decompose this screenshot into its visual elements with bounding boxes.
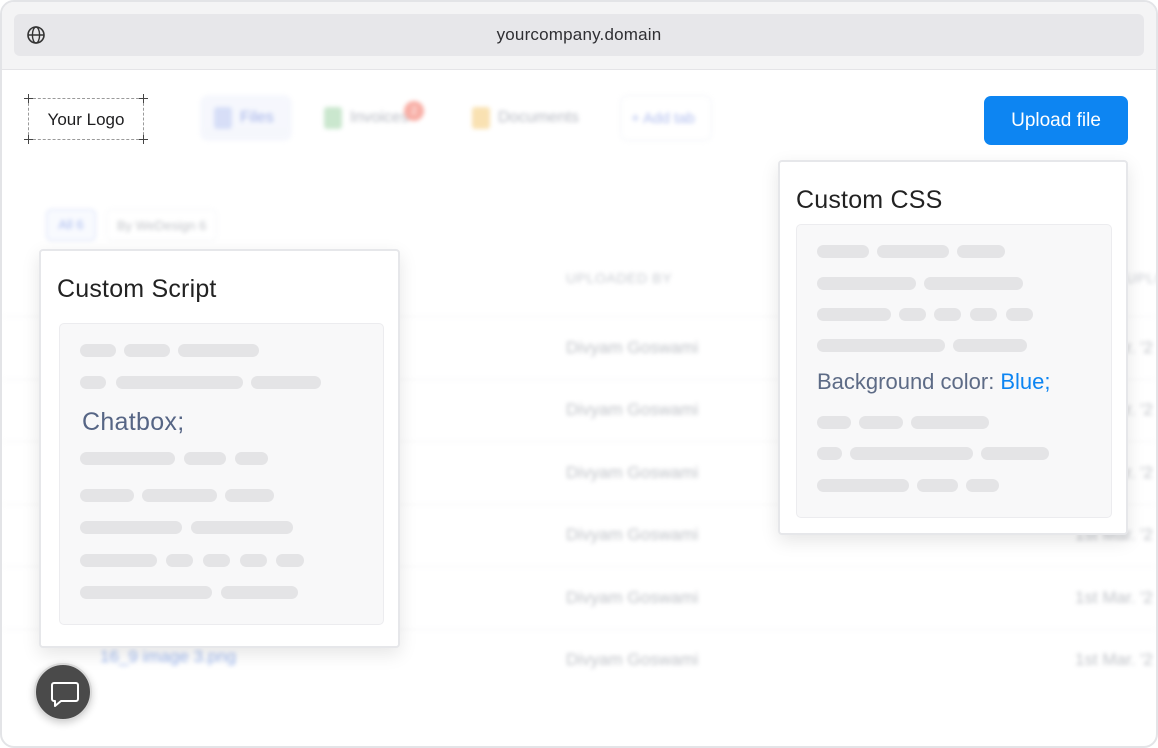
code-placeholder (116, 376, 243, 389)
code-placeholder (142, 489, 217, 502)
uploader-cell: Divyam Goswami (566, 463, 699, 482)
crosshair-icon (24, 94, 33, 103)
code-placeholder (80, 344, 116, 357)
tab-label: Invoices (350, 109, 409, 126)
script-code-text: Chatbox; (82, 408, 185, 436)
code-placeholder (817, 339, 945, 352)
uploader-cell: Divyam Goswami (566, 588, 699, 607)
date-cell: 1st Mar. '2 (1075, 650, 1153, 669)
code-placeholder (80, 452, 175, 465)
code-placeholder (966, 479, 999, 492)
file-icon (214, 107, 232, 129)
code-placeholder (80, 586, 212, 599)
crosshair-icon (24, 135, 33, 144)
code-placeholder (817, 277, 916, 290)
code-placeholder (817, 245, 869, 258)
chat-bubble-icon (51, 682, 79, 707)
code-placeholder (221, 586, 298, 599)
filter-all[interactable]: All 6 (46, 209, 96, 241)
uploader-cell: Divyam Goswami (566, 650, 699, 669)
code-placeholder (859, 416, 903, 429)
css-property-label: Background color: (817, 369, 995, 394)
card-title: Custom Script (57, 275, 217, 303)
filter-by-uploader[interactable]: By WeDesign 6 (106, 209, 218, 241)
code-placeholder (817, 447, 842, 460)
invoice-icon (324, 107, 342, 129)
code-placeholder (80, 521, 182, 534)
code-placeholder (850, 447, 973, 460)
code-placeholder (251, 376, 321, 389)
tab-label: Files (240, 109, 274, 126)
tab-files[interactable]: Files (200, 95, 292, 141)
card-title: Custom CSS (796, 186, 943, 214)
crosshair-icon (139, 94, 148, 103)
css-property-line: Background color: Blue; (817, 369, 1050, 395)
folder-icon (472, 107, 490, 129)
upload-file-button[interactable]: Upload file (984, 96, 1128, 145)
code-placeholder (970, 308, 997, 321)
uploader-cell: Divyam Goswami (566, 400, 699, 419)
invoice-count-badge: 2 (404, 101, 424, 121)
code-placeholder (80, 554, 157, 567)
add-tab-button[interactable]: + Add tab (620, 95, 712, 141)
code-placeholder (817, 479, 909, 492)
uploader-cell: Divyam Goswami (566, 338, 699, 357)
uploader-cell: Divyam Goswami (566, 525, 699, 544)
code-placeholder (80, 489, 134, 502)
tab-invoices[interactable]: Invoices (310, 95, 442, 141)
code-placeholder (80, 376, 106, 389)
code-placeholder (184, 452, 226, 465)
logo-placeholder: Your Logo (24, 94, 148, 144)
code-placeholder (957, 245, 1005, 258)
code-placeholder (191, 521, 293, 534)
code-placeholder (276, 554, 304, 567)
browser-window: yourcompany.domain Your Logo Files Invoi… (0, 0, 1158, 748)
code-placeholder (240, 554, 267, 567)
code-placeholder (1006, 308, 1033, 321)
code-placeholder (178, 344, 259, 357)
css-code-block: Background color: Blue; (796, 224, 1112, 518)
address-bar[interactable]: yourcompany.domain (14, 14, 1144, 56)
url-text: yourcompany.domain (496, 25, 662, 44)
script-code-block: Chatbox; (59, 323, 384, 625)
code-placeholder (934, 308, 961, 321)
code-placeholder (124, 344, 170, 357)
code-placeholder (917, 479, 958, 492)
code-placeholder (877, 245, 949, 258)
tab-documents[interactable]: Documents (458, 95, 608, 141)
crosshair-icon (139, 135, 148, 144)
css-property-value: Blue; (1000, 369, 1051, 394)
code-placeholder (899, 308, 926, 321)
chat-widget-button[interactable] (34, 663, 92, 721)
custom-css-card: Custom CSS Background color: Blue; (778, 160, 1128, 535)
tab-label: Documents (498, 109, 579, 126)
code-placeholder (235, 452, 268, 465)
column-header-uploaded-on[interactable]: UPLOADED (1126, 270, 1156, 286)
code-placeholder (911, 416, 989, 429)
code-placeholder (203, 554, 230, 567)
code-placeholder (981, 447, 1049, 460)
code-placeholder (817, 308, 891, 321)
code-placeholder (817, 416, 851, 429)
logo-text: Your Logo (47, 110, 125, 129)
date-cell: 1st Mar. '2 (1075, 588, 1153, 607)
code-placeholder (166, 554, 193, 567)
code-placeholder (225, 489, 274, 502)
custom-script-card: Custom Script Chatbox; (39, 249, 400, 648)
code-placeholder (924, 277, 1023, 290)
file-name-link[interactable]: 16_9 image 3.png (100, 647, 236, 667)
code-placeholder (953, 339, 1027, 352)
column-header-uploaded-by[interactable]: UPLOADED BY (566, 270, 672, 286)
browser-chrome: yourcompany.domain (2, 2, 1156, 70)
